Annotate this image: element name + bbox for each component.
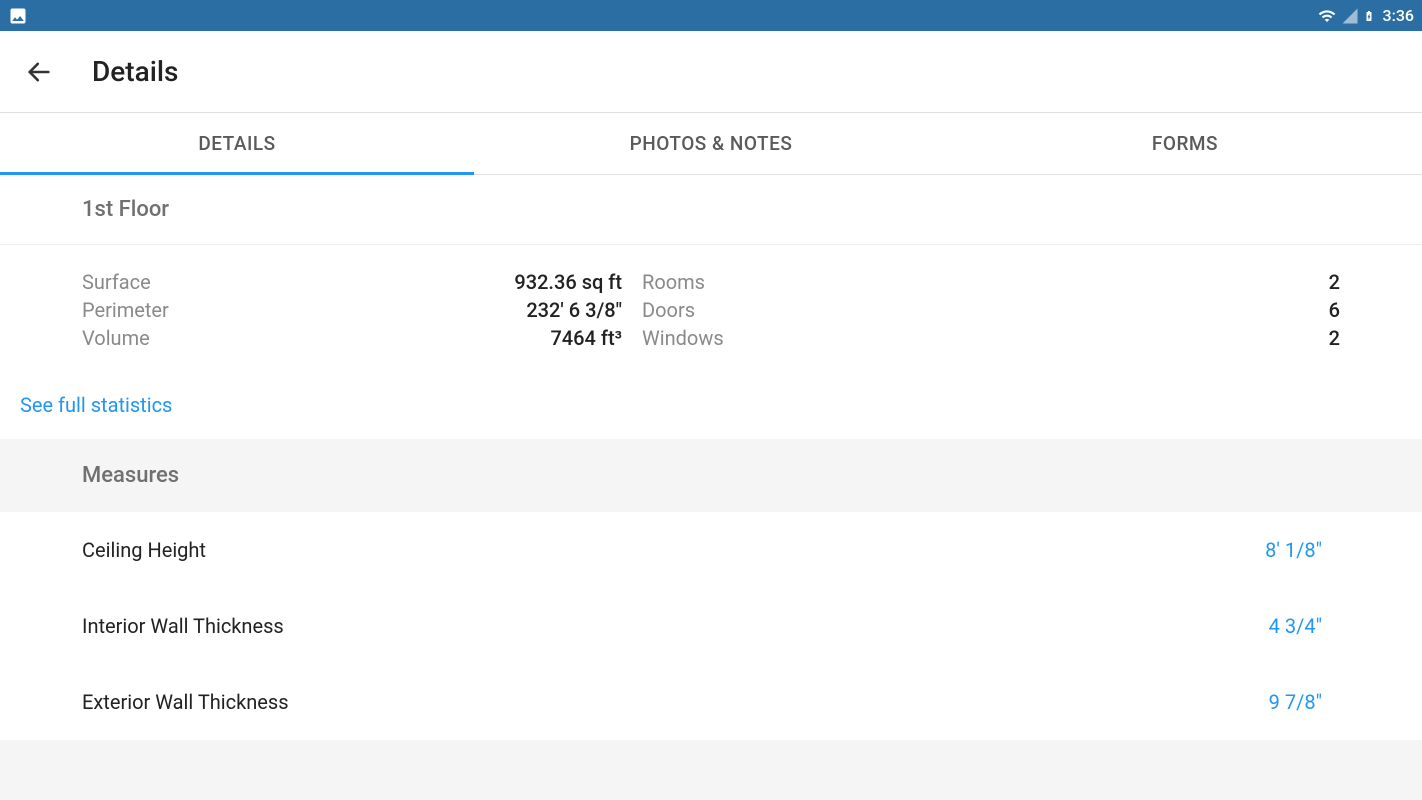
stat-label-windows: Windows [642,325,862,351]
measure-row-exterior-wall[interactable]: Exterior Wall Thickness 9 7/8" [0,664,1422,740]
measure-label: Exterior Wall Thickness [82,690,289,714]
stats-left-labels: Surface Perimeter Volume [82,269,362,351]
stats-right-labels: Rooms Doors Windows [622,269,862,351]
stat-value-windows: 2 [862,325,1340,351]
app-bar: Details [0,31,1422,113]
tabs: DETAILS PHOTOS & NOTES FORMS [0,113,1422,175]
stat-label-rooms: Rooms [642,269,862,295]
see-full-statistics-link[interactable]: See full statistics [20,393,172,417]
image-icon [8,6,28,26]
stats-left-values: 932.36 sq ft 232' 6 3/8" 7464 ft³ [362,269,622,351]
stat-label-perimeter: Perimeter [82,297,362,323]
measure-label: Ceiling Height [82,538,206,562]
measure-row-ceiling-height[interactable]: Ceiling Height 8' 1/8" [0,512,1422,588]
measure-label: Interior Wall Thickness [82,614,284,638]
tab-details[interactable]: DETAILS [0,113,474,174]
stats-right-values: 2 6 2 [862,269,1422,351]
stat-label-volume: Volume [82,325,362,351]
stat-value-rooms: 2 [862,269,1340,295]
tab-photos-notes[interactable]: PHOTOS & NOTES [474,113,948,174]
wifi-icon [1317,7,1337,25]
floor-stats: Surface Perimeter Volume 932.36 sq ft 23… [0,245,1422,375]
signal-icon [1341,7,1359,25]
content: 1st Floor Surface Perimeter Volume 932.3… [0,175,1422,800]
page-title: Details [92,55,178,88]
stat-value-surface: 932.36 sq ft [362,269,622,295]
stat-label-doors: Doors [642,297,862,323]
tab-label: FORMS [1152,132,1218,155]
battery-icon [1363,6,1375,26]
status-bar: 3:36 [0,0,1422,31]
measure-value: 9 7/8" [1269,690,1322,714]
status-time: 3:36 [1383,6,1415,25]
bottom-spacer [0,740,1422,800]
status-left [8,6,28,26]
tab-label: DETAILS [198,132,275,155]
stat-value-doors: 6 [862,297,1340,323]
measure-value: 8' 1/8" [1265,538,1322,562]
stat-value-volume: 7464 ft³ [362,325,622,351]
measures-header: Measures [0,439,1422,512]
measure-row-interior-wall[interactable]: Interior Wall Thickness 4 3/4" [0,588,1422,664]
status-right: 3:36 [1317,6,1415,26]
tab-label: PHOTOS & NOTES [630,132,793,155]
stat-label-surface: Surface [82,269,362,295]
full-stats-row: See full statistics [0,375,1422,439]
back-button[interactable] [24,57,54,87]
stat-value-perimeter: 232' 6 3/8" [362,297,622,323]
arrow-left-icon [25,58,53,86]
measure-list: Ceiling Height 8' 1/8" Interior Wall Thi… [0,512,1422,740]
measure-value: 4 3/4" [1269,614,1322,638]
floor-header: 1st Floor [0,175,1422,245]
tab-forms[interactable]: FORMS [948,113,1422,174]
